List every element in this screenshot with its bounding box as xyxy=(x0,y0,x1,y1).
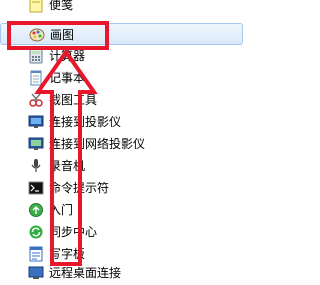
accessories-menu: 便笺 画图 计算器 记事本 截图工具 连接到投影仪 连接到网络投影仪 录音机 命… xyxy=(0,0,243,280)
menu-item-getting-started[interactable]: 入门 xyxy=(0,199,243,221)
menu-item-connect-projector[interactable]: 连接到投影仪 xyxy=(0,111,243,133)
getting-started-icon xyxy=(28,202,44,218)
network-projector-icon xyxy=(28,136,44,152)
menu-item-label: 计算器 xyxy=(49,49,86,63)
remote-desktop-icon xyxy=(28,265,44,281)
menu-item-connect-network-projector[interactable]: 连接到网络投影仪 xyxy=(0,133,243,155)
projector-icon xyxy=(28,114,44,130)
sync-center-icon xyxy=(28,224,44,240)
menu-item-label: 便笺 xyxy=(49,0,74,12)
menu-item-snipping-tool[interactable]: 截图工具 xyxy=(0,89,243,111)
menu-item-label: 连接到网络投影仪 xyxy=(49,137,146,151)
menu-item-calculator[interactable]: 计算器 xyxy=(0,45,243,67)
menu-item-label: 写字板 xyxy=(49,247,86,261)
microphone-icon xyxy=(28,158,44,174)
menu-item-label: 连接到投影仪 xyxy=(49,115,122,129)
menu-item-label: 入门 xyxy=(49,203,74,217)
menu-item-label: 命令提示符 xyxy=(49,181,110,195)
menu-item-paint[interactable]: 画图 xyxy=(0,23,243,45)
menu-item-command-prompt[interactable]: 命令提示符 xyxy=(0,177,243,199)
notepad-icon xyxy=(28,70,44,86)
menu-item-sync-center[interactable]: 同步中心 xyxy=(0,221,243,243)
paint-palette-icon xyxy=(29,27,45,43)
menu-item-label: 画图 xyxy=(50,28,75,42)
menu-item-sticky-notes[interactable]: 便笺 xyxy=(0,0,243,16)
menu-item-label: 截图工具 xyxy=(49,93,98,107)
menu-item-label: 远程桌面连接 xyxy=(49,266,122,280)
menu-item-notepad[interactable]: 记事本 xyxy=(0,67,243,89)
menu-item-label: 记事本 xyxy=(49,71,86,85)
menu-item-label: 同步中心 xyxy=(49,225,98,239)
sticky-note-icon xyxy=(28,0,44,13)
calculator-icon xyxy=(28,48,44,64)
wordpad-icon xyxy=(28,246,44,262)
menu-item-sound-recorder[interactable]: 录音机 xyxy=(0,155,243,177)
menu-item-label: 录音机 xyxy=(49,159,86,173)
command-prompt-icon xyxy=(28,180,44,196)
snipping-tool-icon xyxy=(28,92,44,108)
menu-item-remote-desktop[interactable]: 远程桌面连接 xyxy=(0,262,243,284)
